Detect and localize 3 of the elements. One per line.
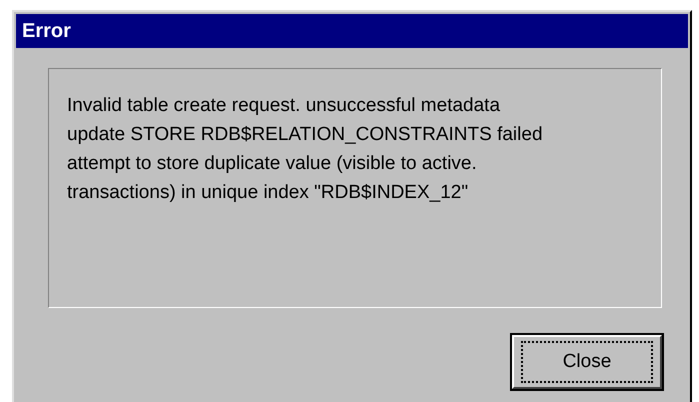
window-title: Error — [22, 20, 71, 42]
close-button[interactable]: Close — [512, 335, 662, 389]
error-message: Invalid table create request. unsuccessful metadata update STORE RDB$RELATION_CONSTRAINTS failed attempt to store duplicate value (visible to active. transactions) in unique index "RDB$INDEX_12" — [67, 94, 544, 205]
